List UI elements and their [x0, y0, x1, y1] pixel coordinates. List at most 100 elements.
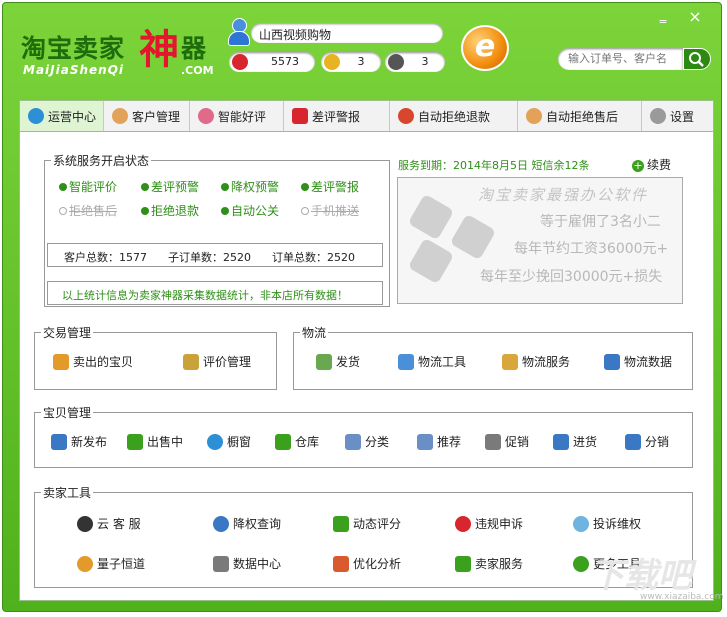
warehouse-link[interactable]: 仓库: [275, 433, 319, 450]
rating-management-link[interactable]: 评价管理: [183, 353, 251, 370]
goods-title: 宝贝管理: [41, 404, 94, 421]
bar-chart-icon: [333, 556, 349, 572]
distribution-icon: [625, 434, 641, 450]
purchase-icon: [553, 434, 569, 450]
demotion-query-link[interactable]: 降权查询: [213, 515, 281, 532]
complaint-link[interactable]: 投诉维权: [573, 515, 641, 532]
app-logo: 淘宝卖家 神 器 MaiJiaShenQi .COM: [21, 23, 221, 78]
renew-button[interactable]: + 续费: [632, 156, 671, 173]
ship-link[interactable]: 发货: [316, 353, 360, 370]
tab-smart-rating[interactable]: 智能好评: [190, 101, 284, 131]
credit-stat: 5573: [229, 52, 315, 72]
watermark-logo: 下载吧: [590, 556, 692, 596]
logistics-tool-link[interactable]: 物流工具: [398, 353, 466, 370]
showcase-icon: [207, 434, 223, 450]
credit-value: 5573: [271, 55, 299, 68]
seller-service-link[interactable]: 卖家服务: [455, 555, 523, 572]
stats-note: 以上统计信息为卖家神器采集数据统计，非本店所有数据！: [62, 289, 348, 302]
distribution-link[interactable]: 分销: [625, 433, 669, 450]
ad-title: 淘宝卖家最强办公软件: [478, 186, 649, 204]
logistics-tool-icon: [398, 354, 414, 370]
purchase-link[interactable]: 进货: [553, 433, 597, 450]
service-item[interactable]: 差评警报: [301, 178, 359, 195]
dynamic-score-link[interactable]: 动态评分: [333, 515, 401, 532]
refund-icon: [398, 108, 414, 124]
quantum-link[interactable]: 量子恒道: [77, 555, 145, 572]
service-item[interactable]: 智能评价: [59, 178, 117, 195]
optimization-analysis-link[interactable]: 优化分析: [333, 555, 401, 572]
item-label: 优化分析: [353, 557, 402, 571]
tab-operations-center[interactable]: 运营中心: [20, 101, 104, 131]
logistics-data-link[interactable]: 物流数据: [604, 353, 672, 370]
item-label: 卖家服务: [475, 557, 524, 571]
logistics-service-link[interactable]: 物流服务: [502, 353, 570, 370]
violation-appeal-link[interactable]: 违规申诉: [455, 515, 523, 532]
shop-name-field[interactable]: 山西视频购物: [251, 23, 443, 43]
gear-icon: [650, 108, 666, 124]
cloud-support-link[interactable]: 云 客 服: [77, 515, 141, 532]
candy-icon: [198, 108, 214, 124]
service-item[interactable]: 手机推送: [301, 202, 359, 219]
order-total: 订单总数：2520: [272, 251, 355, 264]
item-label: 云 客 服: [97, 517, 141, 531]
trade-management-group: 交易管理 卖出的宝贝 评价管理: [34, 324, 277, 390]
sold-items-link[interactable]: 卖出的宝贝: [53, 353, 133, 370]
good-rating-value: 3: [357, 55, 365, 68]
good-rating-stat: 3: [321, 52, 381, 72]
status-off-icon: [301, 207, 309, 215]
plus-icon: +: [632, 159, 644, 172]
new-post-link[interactable]: 新发布: [51, 433, 107, 450]
ad-banner[interactable]: 淘宝卖家最强办公软件 等于雇佣了3名小二 每年节约工资36000元+ 每年至少挽…: [397, 177, 683, 304]
tab-settings[interactable]: 设置: [642, 101, 713, 131]
on-sale-link[interactable]: 出售中: [127, 433, 183, 450]
search-input[interactable]: [566, 51, 682, 66]
bad-rating-stat: 3: [385, 52, 445, 72]
user-avatar-icon[interactable]: [228, 18, 250, 46]
logistics-service-icon: [502, 354, 518, 370]
red-flower-icon: [232, 54, 248, 70]
service-item[interactable]: 拒绝退款: [141, 202, 199, 219]
cart-icon: [127, 434, 143, 450]
minimize-button[interactable]: ‗: [655, 9, 671, 25]
tab-label: 自动拒绝售后: [546, 110, 619, 124]
data-center-link[interactable]: 数据中心: [213, 555, 281, 572]
logo-pinyin: MaiJiaShenQi: [23, 63, 125, 77]
close-button[interactable]: ×: [687, 9, 703, 25]
service-item[interactable]: 降权预警: [221, 178, 279, 195]
tab-auto-refuse-refund[interactable]: 自动拒绝退款: [390, 101, 518, 131]
status-on-icon: [221, 207, 229, 215]
ship-icon: [316, 354, 332, 370]
search-button[interactable]: [683, 48, 711, 70]
service-item[interactable]: 差评预警: [141, 178, 199, 195]
promotion-link[interactable]: 促销: [485, 433, 529, 450]
tab-customer-management[interactable]: 客户管理: [104, 101, 190, 131]
status-off-icon: [59, 207, 67, 215]
item-label: 量子恒道: [97, 557, 146, 571]
category-link[interactable]: 分类: [345, 433, 389, 450]
service-label: 拒绝售后: [69, 204, 118, 218]
headset-icon: [77, 516, 93, 532]
logistics-title: 物流: [300, 324, 329, 341]
item-label: 数据中心: [233, 557, 282, 571]
rating-icon: [183, 354, 199, 370]
browser-e-icon[interactable]: e: [461, 25, 509, 71]
showcase-link[interactable]: 橱窗: [207, 433, 251, 450]
item-label: 推荐: [437, 435, 462, 449]
service-item[interactable]: 拒绝售后: [59, 202, 117, 219]
item-label: 动态评分: [353, 517, 402, 531]
tab-label: 客户管理: [132, 110, 181, 124]
service-label: 手机推送: [311, 204, 360, 218]
tab-auto-refuse-aftersale[interactable]: 自动拒绝售后: [518, 101, 642, 131]
aftersale-icon: [526, 108, 542, 124]
status-on-icon: [141, 207, 149, 215]
service-item[interactable]: 自动公关: [221, 202, 279, 219]
item-label: 仓库: [295, 435, 320, 449]
recommend-link[interactable]: 推荐: [417, 433, 461, 450]
subscription-expire: 服务到期：2014年8月5日 短信余12条: [398, 159, 590, 172]
check-icon: [333, 516, 349, 532]
customer-total: 客户总数：1577: [64, 251, 147, 264]
item-label: 发货: [336, 355, 361, 369]
tab-bad-review-alarm[interactable]: 差评警报: [284, 101, 390, 131]
goods-management-group: 宝贝管理 新发布 出售中 橱窗 仓库 分类 推荐 促销 进货 分销: [34, 404, 693, 468]
service-status-group: 系统服务开启状态 智能评价 差评预警 降权预警 差评警报 拒绝售后 拒绝退款 自…: [44, 152, 390, 307]
